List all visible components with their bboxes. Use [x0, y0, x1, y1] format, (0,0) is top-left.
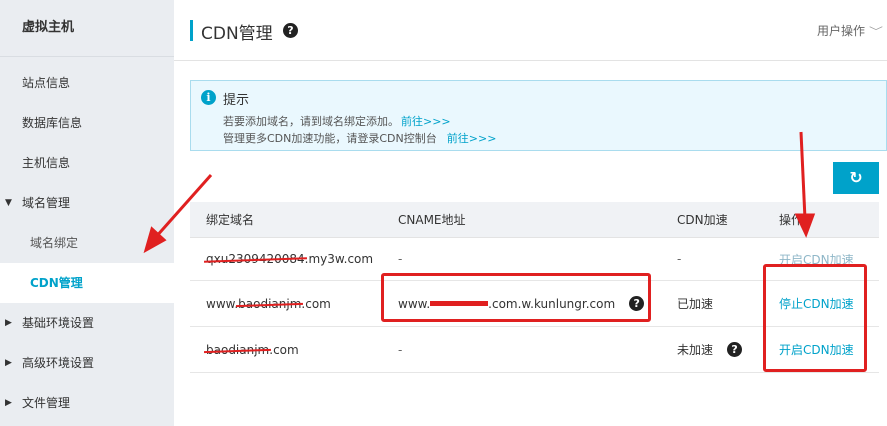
page-title: CDN管理: [201, 24, 273, 44]
caret-right-icon: ▶: [5, 318, 12, 328]
cdn-domain-table: 绑定域名 CNAME地址 CDN加速 操作 qxu2309420084 .my3w…: [190, 202, 879, 373]
tip-text: 管理更多CDN加速功能，请登录CDN控制台: [223, 132, 437, 145]
domain-suffix: .my3w.com: [304, 252, 374, 266]
redacted-domain: baodianjm: [206, 342, 270, 357]
domain-cell: www. baodianjm .com: [206, 281, 331, 326]
tip-line-add-domain: 若要添加域名，请到域名绑定添加。 前往>>>: [223, 113, 451, 129]
cdn-status-text: 未加速: [677, 343, 714, 357]
sidebar-item-domain-binding[interactable]: 域名绑定: [0, 223, 174, 263]
cname-suffix: .com.w.kunlungr.com: [488, 296, 616, 311]
cname-prefix: www.: [398, 296, 431, 311]
cdn-status-cell: 已加速: [677, 297, 714, 311]
action-cell: 停止CDN加速: [779, 281, 854, 326]
domain-suffix: .com: [301, 296, 331, 311]
sidebar-item-advanced-env-settings[interactable]: ▶ 高级环境设置: [0, 343, 174, 383]
table-row: www. baodianjm .com www. .com.w.kunlungr.co…: [190, 281, 879, 327]
tip-title: 提示: [223, 93, 250, 108]
sidebar-item-label: 数据库信息: [22, 116, 83, 130]
tip-text: 若要添加域名，请到域名绑定添加。: [223, 115, 399, 128]
domain-prefix: www.: [206, 296, 239, 311]
sidebar-title: 虚拟主机: [22, 20, 75, 35]
caret-right-icon: ▶: [5, 358, 12, 368]
redacted-domain: baodianjm: [238, 296, 302, 311]
enable-cdn-link[interactable]: 开启CDN加速: [779, 341, 854, 358]
table-row: qxu2309420084 .my3w.com - - 开启CDN加速: [190, 238, 879, 281]
domain-cell: baodianjm .com: [206, 327, 299, 372]
sidebar: 虚拟主机 站点信息 数据库信息 主机信息 ▼ 域名管理 域名绑定 CDN管理 ▶…: [0, 0, 174, 426]
cdn-status-cell: -: [677, 252, 682, 266]
caret-down-icon: ▼: [5, 198, 12, 208]
sidebar-item-label: 域名管理: [22, 196, 71, 210]
sidebar-item-database-info[interactable]: 数据库信息: [0, 103, 174, 143]
sidebar-item-label: 高级环境设置: [22, 356, 95, 370]
goto-domain-binding-link[interactable]: 前往>>>: [401, 115, 451, 128]
sidebar-item-label: CDN管理: [30, 276, 83, 290]
help-icon[interactable]: ?: [283, 23, 298, 38]
action-cell: 开启CDN加速: [779, 238, 854, 280]
chevron-down-icon: ﹀: [869, 27, 883, 38]
goto-cdn-console-link[interactable]: 前往>>>: [447, 132, 497, 145]
sidebar-item-site-info[interactable]: 站点信息: [0, 63, 174, 103]
column-header-cname: CNAME地址: [398, 213, 466, 227]
user-operations-menu[interactable]: 用户操作 ﹀: [816, 22, 883, 39]
column-header-cdn-status: CDN加速: [677, 213, 728, 227]
tip-line-cdn-console: 管理更多CDN加速功能，请登录CDN控制台 前往>>>: [223, 130, 496, 146]
page-header: CDN管理 ? 用户操作 ﹀: [174, 0, 887, 61]
sidebar-item-file-management[interactable]: ▶ 文件管理: [0, 383, 174, 423]
sidebar-item-label: 基础环境设置: [22, 316, 95, 330]
action-cell: 开启CDN加速: [779, 327, 854, 372]
sidebar-item-basic-env-settings[interactable]: ▶ 基础环境设置: [0, 303, 174, 343]
table-header: 绑定域名 CNAME地址 CDN加速 操作: [190, 202, 879, 238]
domain-cell: qxu2309420084 .my3w.com: [206, 238, 373, 280]
cname-cell: -: [398, 342, 403, 357]
sidebar-item-domain-management[interactable]: ▼ 域名管理: [0, 183, 174, 223]
info-icon: i: [201, 90, 216, 105]
tip-box: i 提示 若要添加域名，请到域名绑定添加。 前往>>> 管理更多CDN加速功能，请…: [190, 80, 887, 151]
column-header-bound-domain: 绑定域名: [206, 213, 255, 227]
redacted-domain: qxu2309420084: [206, 252, 305, 266]
help-icon[interactable]: ?: [629, 296, 645, 311]
redaction-mark: [430, 301, 489, 306]
column-header-actions: 操作: [779, 213, 804, 227]
refresh-icon: ↻: [849, 168, 863, 187]
user-operations-label: 用户操作: [816, 24, 865, 38]
sidebar-item-host-info[interactable]: 主机信息: [0, 143, 174, 183]
caret-right-icon: ▶: [5, 398, 12, 408]
main-content: CDN管理 ? 用户操作 ﹀ i 提示 若要添加域名，请到域名绑定添加。 前往>>>…: [174, 0, 887, 426]
table-row: baodianjm .com - 未加速 ? 开启CDN加速: [190, 327, 879, 373]
sidebar-item-cdn-management[interactable]: CDN管理: [0, 263, 174, 303]
cdn-status-cell: 未加速 ?: [677, 327, 743, 372]
title-accent-bar: [190, 20, 193, 41]
sidebar-item-label: 主机信息: [22, 156, 71, 170]
sidebar-item-label: 域名绑定: [30, 236, 79, 250]
disable-cdn-link[interactable]: 停止CDN加速: [779, 295, 854, 312]
cname-cell: www. .com.w.kunlungr.com ?: [398, 281, 645, 326]
sidebar-item-label: 文件管理: [22, 396, 71, 410]
domain-suffix: .com: [269, 342, 299, 357]
help-icon[interactable]: ?: [727, 342, 743, 357]
refresh-button[interactable]: ↻: [833, 162, 879, 194]
cname-cell: -: [398, 252, 403, 266]
enable-cdn-link[interactable]: 开启CDN加速: [779, 251, 854, 268]
sidebar-item-label: 站点信息: [22, 76, 71, 90]
